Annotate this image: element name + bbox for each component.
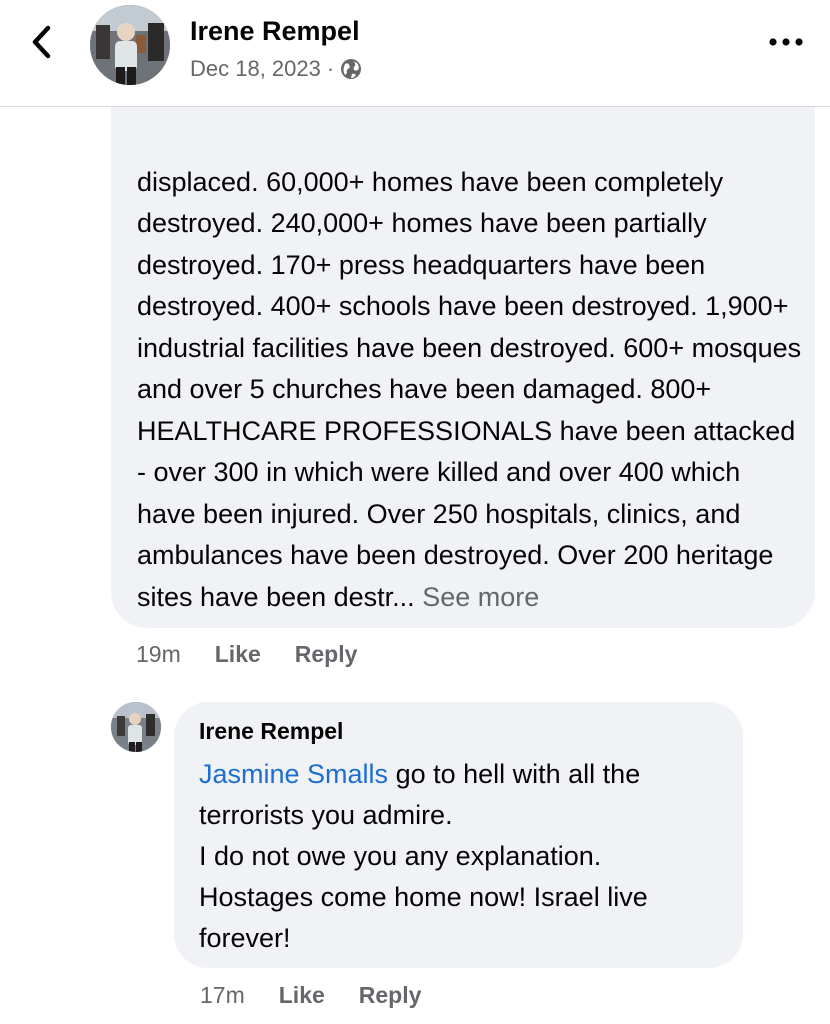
reply-timestamp: 17m	[200, 982, 245, 1008]
post-header: Irene Rempel Dec 18, 2023 ·	[0, 0, 830, 107]
reply-text: Jasmine Smalls go to hell with all the t…	[199, 754, 729, 959]
comment-timestamp: 19m	[136, 641, 181, 667]
reply-bubble: Irene Rempel Jasmine Smalls go to hell w…	[174, 702, 743, 968]
more-horizontal-icon	[769, 38, 803, 46]
comment-bubble: displaced. 60,000+ homes have been compl…	[111, 30, 815, 628]
comment-actions: 19m Like Reply	[136, 641, 391, 668]
author-name[interactable]: Irene Rempel	[190, 16, 360, 47]
comment-text: displaced. 60,000+ homes have been compl…	[137, 162, 802, 619]
comment-reply-button[interactable]: Reply	[295, 641, 358, 668]
globe-icon	[341, 59, 362, 79]
mention-link[interactable]: Jasmine Smalls	[199, 759, 388, 789]
comment-like-button[interactable]: Like	[215, 641, 261, 668]
see-more-link[interactable]: See more	[422, 582, 539, 612]
meta-separator: ·	[326, 56, 335, 81]
chevron-left-icon	[32, 25, 51, 59]
author-avatar[interactable]	[90, 5, 170, 85]
more-options-button[interactable]	[764, 28, 808, 56]
reply-avatar[interactable]	[111, 702, 161, 752]
reply-like-button[interactable]: Like	[279, 982, 325, 1009]
post-date[interactable]: Dec 18, 2023	[190, 56, 321, 82]
back-button[interactable]	[22, 22, 62, 62]
reply-reply-button[interactable]: Reply	[359, 982, 422, 1009]
post-meta: Dec 18, 2023 ·	[190, 56, 362, 82]
reply-actions: 17m Like Reply	[200, 982, 455, 1009]
comment-body: displaced. 60,000+ homes have been compl…	[137, 166, 802, 612]
reply-author-name[interactable]: Irene Rempel	[199, 718, 343, 745]
